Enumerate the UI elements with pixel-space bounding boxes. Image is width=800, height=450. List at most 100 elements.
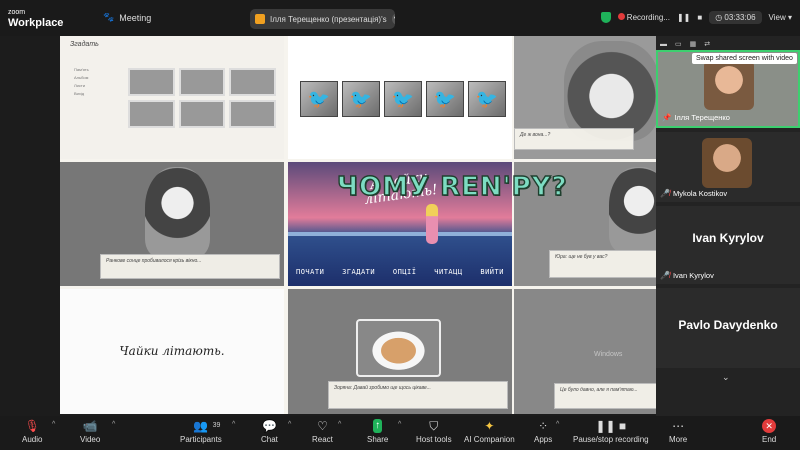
more-button[interactable]: ⋯ More [669,419,687,444]
windows-watermark: Windows [594,351,623,358]
participants-caret-icon[interactable]: ^ [232,421,235,428]
swap-icon[interactable]: ⇄ [704,40,710,48]
meeting-label: Meeting [119,12,152,23]
audio-caret-icon[interactable]: ^ [52,421,55,428]
bird-icon: 🐦 [300,81,338,117]
sparkle-icon: ✦ [484,419,495,433]
menu-item-read: ЧИТАЦЦ [434,268,463,276]
mic-muted-icon: 🎤̸ [660,271,670,280]
cafe-scene-cell: Ранкове сонце пробивалося крізь вікно... [60,162,284,286]
participant-name-tag: 📌 Ілля Терещенко [662,113,730,122]
slide-headline: ЧОМУ REN'PY? [336,171,568,202]
ai-companion-button[interactable]: ✦ AI Companion [464,419,515,444]
bird-icon: 🐦 [468,81,506,117]
audio-label: Audio [22,435,43,444]
video-tile[interactable]: Ivan Kyrylov 🎤̸ Ivan Kyrylov [656,206,800,284]
participant-name: Ілля Терещенко [674,113,730,122]
close-icon: ✕ [762,419,777,433]
more-icon[interactable]: ••• [391,13,395,25]
pause-stop-recording-button[interactable]: ❚❚ ■ Pause/stop recording [573,419,649,444]
gallery-menu-item: Листи [74,83,85,88]
bird-icon: 🐦 [426,81,464,117]
participant-name: Ivan Kyrylov [672,271,714,280]
chat-icon: 💬 [261,419,277,433]
apps-caret-icon[interactable]: ^ [556,421,559,428]
record-dot-icon [617,13,625,20]
gallery-thumbnails [128,68,276,128]
chat-button[interactable]: 💬 Chat [261,419,278,444]
chevron-down-icon[interactable]: ⌄ [722,372,730,383]
minimize-icon[interactable]: ▬ [660,41,667,48]
chat-label: Chat [261,435,278,444]
shield-icon[interactable] [600,12,611,23]
apps-label: Apps [534,435,553,444]
participant-name-tag: 🎤̸ Mykola Kostikov [660,189,727,198]
share-arrow-icon: ↑ [373,419,383,433]
menu-item-start: ПОЧАТИ [296,268,325,276]
dialog-box: Ранкове сонце пробивалося крізь вікно... [100,254,280,279]
pause-stop-label: Pause/stop recording [573,435,649,444]
mic-muted-icon: 🎙 [24,419,40,433]
end-button[interactable]: ✕ End [762,419,776,444]
react-button[interactable]: ♡ React [312,419,333,444]
participant-big-name: Ivan Kyrylov [692,231,764,245]
participants-count: 39 [212,422,221,429]
react-caret-icon[interactable]: ^ [338,421,341,428]
gallery-menu: Пам'ять Альбом Листи Вихід [74,66,89,98]
clock-icon: ◷ [715,13,723,22]
participants-label: Participants [180,435,222,444]
gallery-menu-item: Пам'ять [74,67,89,72]
view-button[interactable]: View ▾ [769,13,792,22]
video-button[interactable]: 📹 Video [80,419,100,444]
railing-graphic [288,232,512,236]
recording-indicator[interactable]: Recording... [617,13,670,22]
thumbnail [178,68,226,96]
participant-name: Mykola Kostikov [672,189,728,198]
gallery-menu-item: Вихід [74,91,85,96]
slide-caption: Чайки літають. [119,344,225,358]
game-main-menu: ПОЧАТИ ЗГАДАТИ ОПЦІЇ ЧИТАЦЦ ВИЙТИ [296,268,504,276]
food-plate-image [356,319,441,377]
video-sidebar: ▬ ▭ ▦ ⇄ Swap shared screen with video 📌 І… [656,36,800,416]
menu-item-recall: ЗГАДАТИ [342,268,376,276]
thumbnail [128,100,175,128]
participants-button[interactable]: 👥 39 Participants [180,419,222,444]
chat-caret-icon[interactable]: ^ [288,421,291,428]
video-tile[interactable]: Pavlo Davydenko [656,288,800,368]
grid-icon[interactable]: ▦ [690,40,697,48]
share-button[interactable]: ↑ Share [367,419,388,444]
video-label: Video [80,435,101,444]
pause-icon[interactable]: ❚❚ [677,13,690,22]
pin-icon: 📌 [662,113,672,122]
host-tools-button[interactable]: ⛉ Host tools [416,419,452,444]
video-caret-icon[interactable]: ^ [112,421,115,428]
meeting-menu[interactable]: 🐾 Meeting [103,12,151,23]
pause-stop-icon: ❚❚ ■ [595,419,627,433]
top-bar: zoom Workplace 🐾 Meeting Ілля Терещенко … [0,0,800,36]
presenter-label: Ілля Терещенко (презентація)'s [270,14,387,24]
participant-name-tag: 🎤̸ Ivan Kyrylov [660,271,714,280]
dialog-box: Де ж вона...? [514,128,634,150]
stop-icon[interactable]: ■ [697,13,702,22]
menu-item-options: ОПЦІЇ [392,268,417,276]
thumbnail [178,100,226,128]
presentation-slide: Згадать Пам'ять Альбом Листи Вихід 🐦 🐦 🐦… [60,36,738,414]
share-caret-icon[interactable]: ^ [398,421,401,428]
audio-button[interactable]: 🎙 Audio [22,419,42,444]
menu-item-exit: ВИЙТИ [480,268,504,276]
participant-big-name: Pavlo Davydenko [678,318,778,332]
shared-screen-area: Згадать Пам'ять Альбом Листи Вихід 🐦 🐦 🐦… [0,36,738,416]
swap-tooltip: Swap shared screen with video [692,53,797,64]
gallery-title: Згадать [70,41,99,48]
caption-cell: Чайки літають. [60,289,284,414]
screen-share-pill[interactable]: Ілля Терещенко (презентація)'s ••• [250,9,395,29]
video-tile[interactable]: 🎤̸ Mykola Kostikov [656,132,800,202]
gallery-menu-item: Альбом [74,75,89,80]
zoom-logo: zoom Workplace [8,8,64,29]
end-label: End [762,435,777,444]
thumbnail [229,68,276,96]
logo-line2: Workplace [8,17,64,29]
apps-button[interactable]: ⁘ Apps [534,419,552,444]
participants-icon: 👥 39 [193,419,221,433]
layout-icon[interactable]: ▭ [675,40,682,48]
